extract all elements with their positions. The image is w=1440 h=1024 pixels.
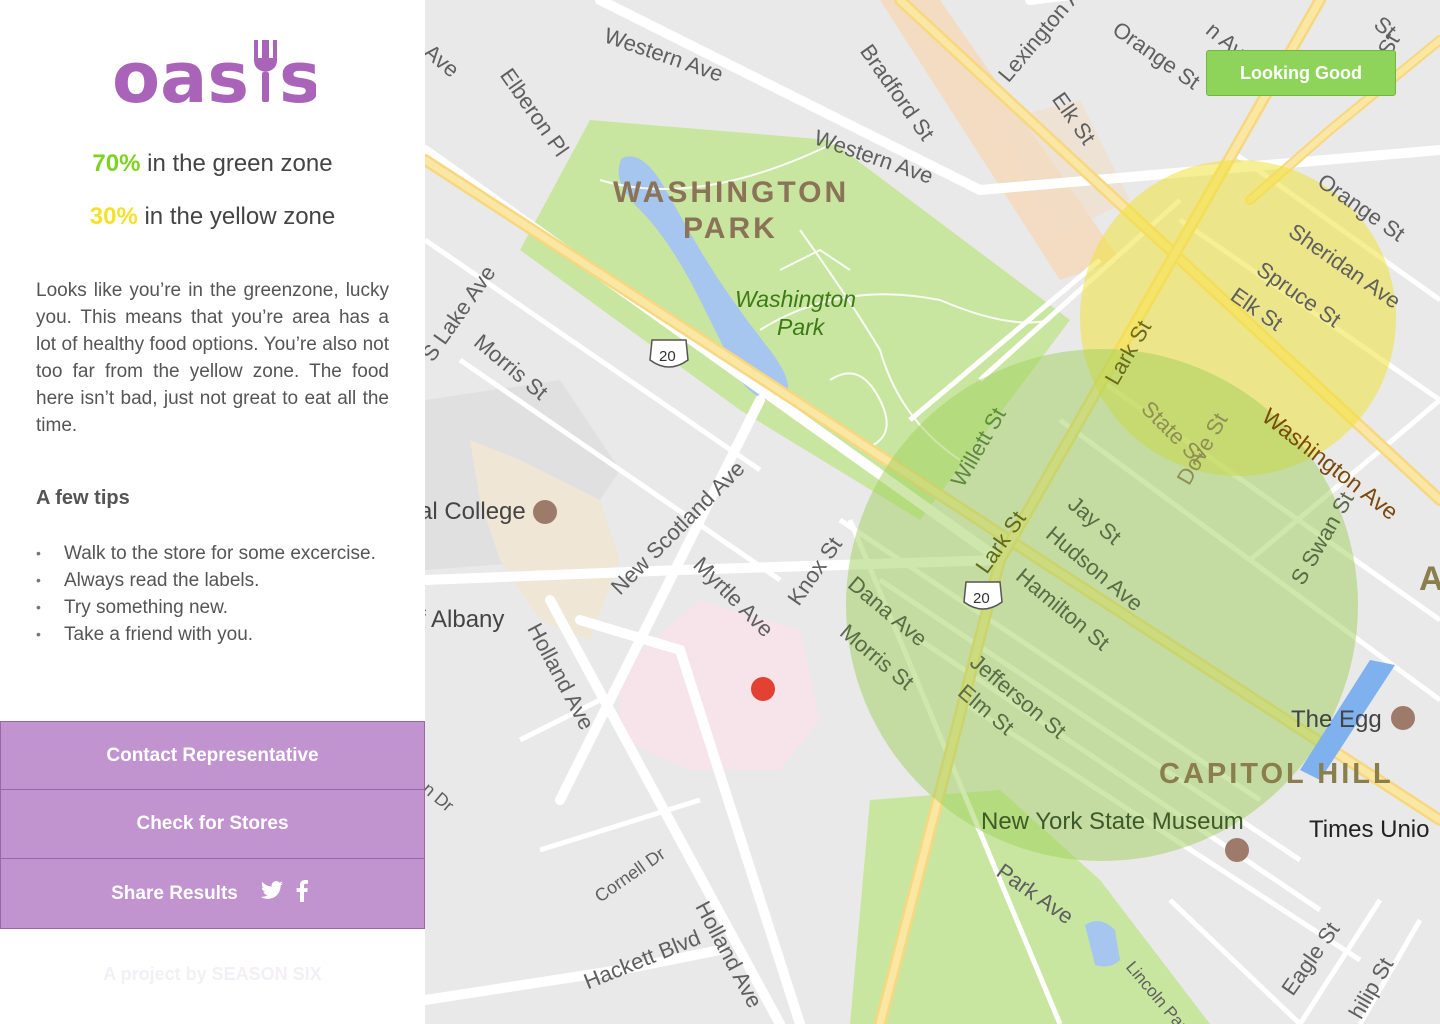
map-label-poi: New York State Museum bbox=[981, 808, 1244, 835]
map-label-poi: al College bbox=[425, 498, 526, 525]
tip-item: Take a friend with you. bbox=[36, 621, 406, 648]
tip-item: Walk to the store for some excercise. bbox=[36, 540, 406, 567]
check-for-stores-button[interactable]: Check for Stores bbox=[0, 790, 425, 859]
zone-description: Looks like you’re in the greenzone, luck… bbox=[36, 280, 389, 436]
tips-list: Walk to the store for some excercise. Al… bbox=[36, 540, 406, 648]
share-results-button[interactable]: Share Results bbox=[0, 859, 425, 929]
yellow-zone-stat: 30% in the yellow zone bbox=[0, 203, 425, 231]
tip-item: Try something new. bbox=[36, 594, 406, 621]
yellow-zone-percent: 30% bbox=[89, 203, 138, 230]
green-zone-percent: 70% bbox=[92, 150, 141, 177]
map-label-route: 20 bbox=[973, 590, 990, 607]
looking-good-button[interactable]: Looking Good bbox=[1206, 50, 1396, 96]
map-label-poi: The Egg bbox=[1291, 706, 1382, 733]
facebook-icon[interactable] bbox=[296, 879, 308, 908]
yellow-zone-label: in the yellow zone bbox=[144, 203, 336, 230]
map-label-park-title: WASHINGTON bbox=[613, 176, 850, 209]
twitter-icon[interactable] bbox=[260, 880, 284, 907]
map-canvas[interactable] bbox=[425, 0, 1440, 1024]
zone-map[interactable]: Western Ave Western Ave Elberon Pl Bradf… bbox=[425, 0, 1440, 1024]
looking-good-label: Looking Good bbox=[1240, 62, 1362, 83]
oasis-logo: oas s bbox=[112, 37, 316, 108]
green-zone-stat: 70% in the green zone bbox=[0, 150, 425, 178]
map-label-park: Park bbox=[777, 314, 825, 340]
results-panel: oas s 70% in the green zone 30% in the y… bbox=[0, 0, 425, 1024]
project-credit: A project by SEASON SIX bbox=[103, 964, 322, 984]
green-zone-label: in the green zone bbox=[147, 150, 333, 177]
check-for-stores-label: Check for Stores bbox=[136, 813, 289, 834]
tips-heading: A few tips bbox=[36, 487, 130, 509]
contact-representative-button[interactable]: Contact Representative bbox=[0, 721, 425, 790]
map-label-poi: Times Unio bbox=[1309, 816, 1430, 843]
map-label-neighborhood: CAPITOL HILL bbox=[1159, 758, 1394, 790]
map-label-route: 20 bbox=[659, 348, 676, 365]
share-results-label: Share Results bbox=[111, 882, 238, 904]
tip-item: Always read the labels. bbox=[36, 567, 406, 594]
map-label-poi: f Albany bbox=[425, 606, 505, 633]
svg-text:s: s bbox=[279, 37, 316, 108]
map-label-neighborhood: A bbox=[1419, 560, 1440, 598]
svg-text:oas: oas bbox=[112, 37, 249, 108]
contact-representative-label: Contact Representative bbox=[106, 744, 319, 766]
map-label-park: Washington bbox=[735, 286, 857, 312]
map-label-park-title: PARK bbox=[683, 212, 778, 245]
